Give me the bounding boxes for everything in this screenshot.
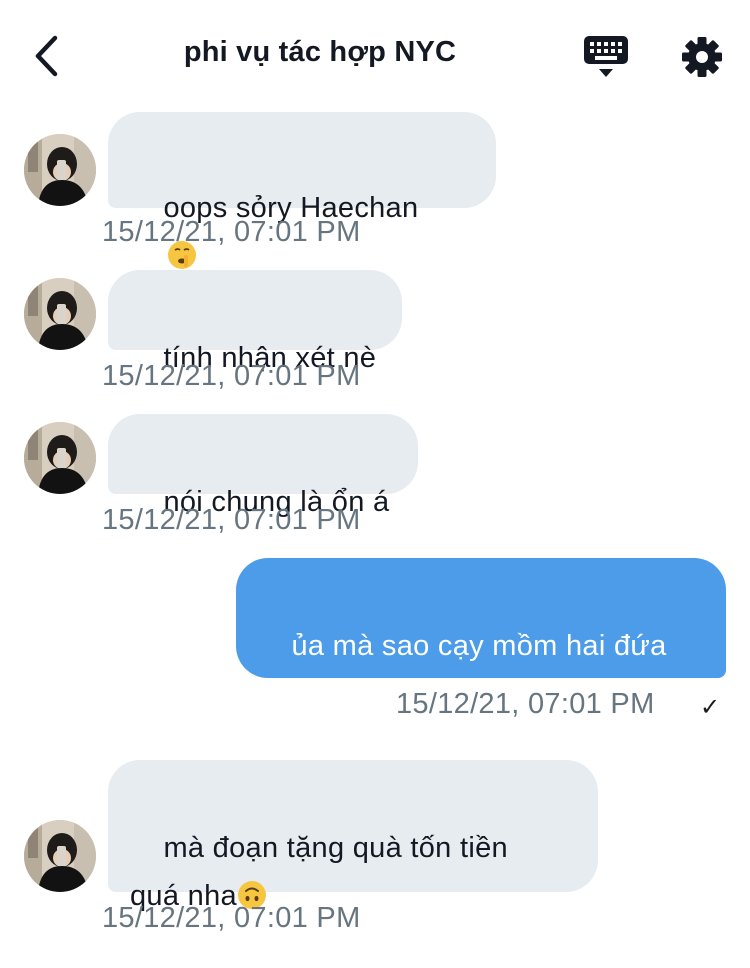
conversation-header: phi vụ tác hợp NYC: [0, 0, 750, 112]
message-bubble[interactable]: nói chung là ổn á: [108, 414, 418, 518]
keyboard-icon: [584, 36, 628, 77]
message-timestamp: 15/12/21, 07:01 PM: [102, 216, 361, 248]
avatar[interactable]: [24, 134, 96, 206]
message-timestamp: 15/12/21, 07:01 PM: [102, 504, 361, 536]
avatar[interactable]: [24, 422, 96, 494]
message-bubble[interactable]: ủa mà sao cạy mồm hai đứa kia?:)): [236, 558, 726, 710]
avatar[interactable]: [24, 278, 96, 350]
message-bubble[interactable]: oops sỏry Haechan: [108, 112, 496, 269]
message-timestamp: 15/12/21, 07:01 PM: [102, 360, 361, 392]
message-text: mà đoạn tặng quà tốn tiền quá nha: [130, 832, 508, 912]
sent-status-icon: ✓: [700, 694, 721, 721]
settings-button[interactable]: [680, 35, 724, 79]
message-timestamp: 15/12/21, 07:01 PM: [102, 902, 361, 934]
keyboard-toggle-button[interactable]: [582, 34, 630, 80]
avatar[interactable]: [24, 820, 96, 892]
chevron-left-icon: [35, 35, 58, 77]
conversation-title[interactable]: phi vụ tác hợp NYC: [120, 36, 520, 69]
gear-icon: [682, 37, 722, 77]
message-timestamp: 15/12/21, 07:01 PM: [396, 688, 655, 720]
message-bubble[interactable]: tính nhận xét nè: [108, 270, 402, 374]
back-button[interactable]: [24, 30, 68, 82]
message-bubble[interactable]: mà đoạn tặng quà tốn tiền quá nha: [108, 760, 598, 912]
